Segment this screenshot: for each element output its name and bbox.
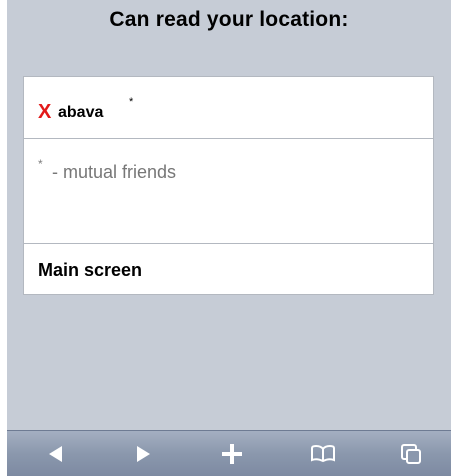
legend-text: - mutual friends bbox=[52, 162, 177, 182]
bookmarks-button[interactable] bbox=[301, 431, 345, 476]
add-button[interactable] bbox=[210, 431, 254, 476]
main-screen-link[interactable]: Main screen bbox=[38, 260, 142, 281]
remove-friend-button[interactable]: X bbox=[38, 102, 51, 122]
main-screen-row[interactable]: Main screen bbox=[24, 244, 433, 294]
plus-icon bbox=[222, 443, 242, 464]
legend-marker: * bbox=[38, 157, 43, 171]
pages-button[interactable] bbox=[389, 431, 433, 476]
friend-row: X abava * bbox=[24, 77, 433, 139]
pages-icon bbox=[401, 443, 421, 464]
bookmarks-book-icon bbox=[311, 444, 335, 462]
mutual-friend-marker: * bbox=[129, 96, 134, 108]
back-arrow-icon bbox=[49, 445, 62, 462]
forward-button[interactable] bbox=[121, 431, 165, 476]
friend-name: abava bbox=[58, 104, 104, 121]
back-button[interactable] bbox=[34, 431, 78, 476]
screen: Can read your location: X abava * * - mu… bbox=[0, 0, 457, 476]
forward-arrow-icon bbox=[137, 445, 150, 462]
page-title: Can read your location: bbox=[109, 8, 349, 31]
app-frame: Can read your location: X abava * * - mu… bbox=[7, 0, 451, 476]
legend-row: * - mutual friends bbox=[24, 139, 433, 244]
location-readers-panel: X abava * * - mutual friends Main screen bbox=[23, 76, 434, 295]
browser-toolbar bbox=[7, 430, 451, 476]
